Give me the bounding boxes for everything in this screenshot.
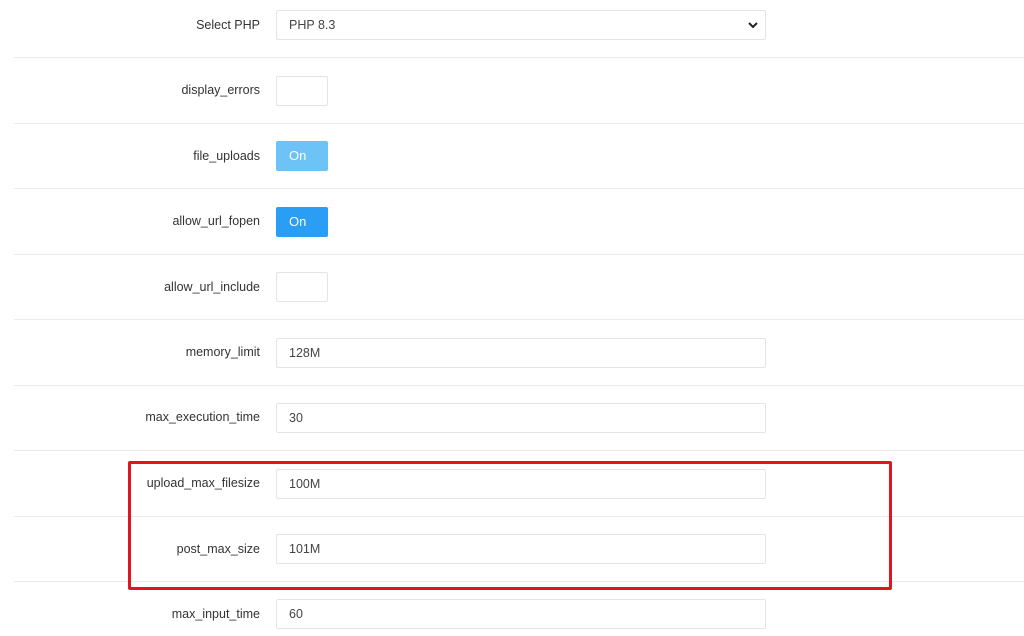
allow-url-include-label: allow_url_include: [164, 280, 260, 294]
memory-limit-label: memory_limit: [185, 345, 260, 359]
setting-row-display-errors: display_errors: [14, 58, 1024, 124]
max-input-time-input[interactable]: 60: [276, 599, 766, 629]
setting-row-upload-max-filesize: upload_max_filesize 100M: [14, 451, 1024, 517]
php-version-select[interactable]: PHP 8.3: [276, 10, 766, 40]
setting-row-max-input-time: max_input_time 60: [14, 582, 1024, 636]
upload-max-filesize-value: 100M: [289, 477, 321, 491]
upload-max-filesize-input[interactable]: 100M: [276, 469, 766, 499]
select-php-label: Select PHP: [196, 18, 260, 32]
max-input-time-label: max_input_time: [171, 607, 260, 621]
memory-limit-input[interactable]: 128M: [276, 338, 766, 368]
max-input-time-value: 60: [289, 607, 303, 621]
allow-url-fopen-label: allow_url_fopen: [172, 214, 260, 228]
setting-row-allow-url-include: allow_url_include: [14, 255, 1024, 320]
memory-limit-value: 128M: [289, 346, 321, 360]
allow-url-fopen-toggle[interactable]: On: [276, 207, 328, 237]
max-execution-time-input[interactable]: 30: [276, 403, 766, 433]
allow-url-fopen-state: On: [289, 214, 307, 229]
setting-row-max-execution-time: max_execution_time 30: [14, 386, 1024, 451]
setting-row-allow-url-fopen: allow_url_fopen On: [14, 189, 1024, 255]
display-errors-label: display_errors: [181, 83, 260, 97]
display-errors-toggle[interactable]: [276, 76, 328, 106]
upload-max-filesize-label: upload_max_filesize: [146, 476, 260, 490]
php-version-value: PHP 8.3: [289, 18, 336, 32]
file-uploads-toggle[interactable]: On: [276, 141, 328, 171]
setting-row-select-php: Select PHP PHP 8.3: [14, 0, 1024, 58]
post-max-size-label: post_max_size: [176, 542, 260, 556]
file-uploads-label: file_uploads: [193, 149, 260, 163]
max-execution-time-label: max_execution_time: [145, 410, 260, 424]
post-max-size-input[interactable]: 101M: [276, 534, 766, 564]
setting-row-post-max-size: post_max_size 101M: [14, 517, 1024, 582]
post-max-size-value: 101M: [289, 542, 321, 556]
setting-row-file-uploads: file_uploads On: [14, 124, 1024, 189]
file-uploads-state: On: [289, 148, 307, 163]
allow-url-include-toggle[interactable]: [276, 272, 328, 302]
max-execution-time-value: 30: [289, 411, 303, 425]
chevron-down-icon: [748, 22, 758, 29]
setting-row-memory-limit: memory_limit 128M: [14, 320, 1024, 386]
